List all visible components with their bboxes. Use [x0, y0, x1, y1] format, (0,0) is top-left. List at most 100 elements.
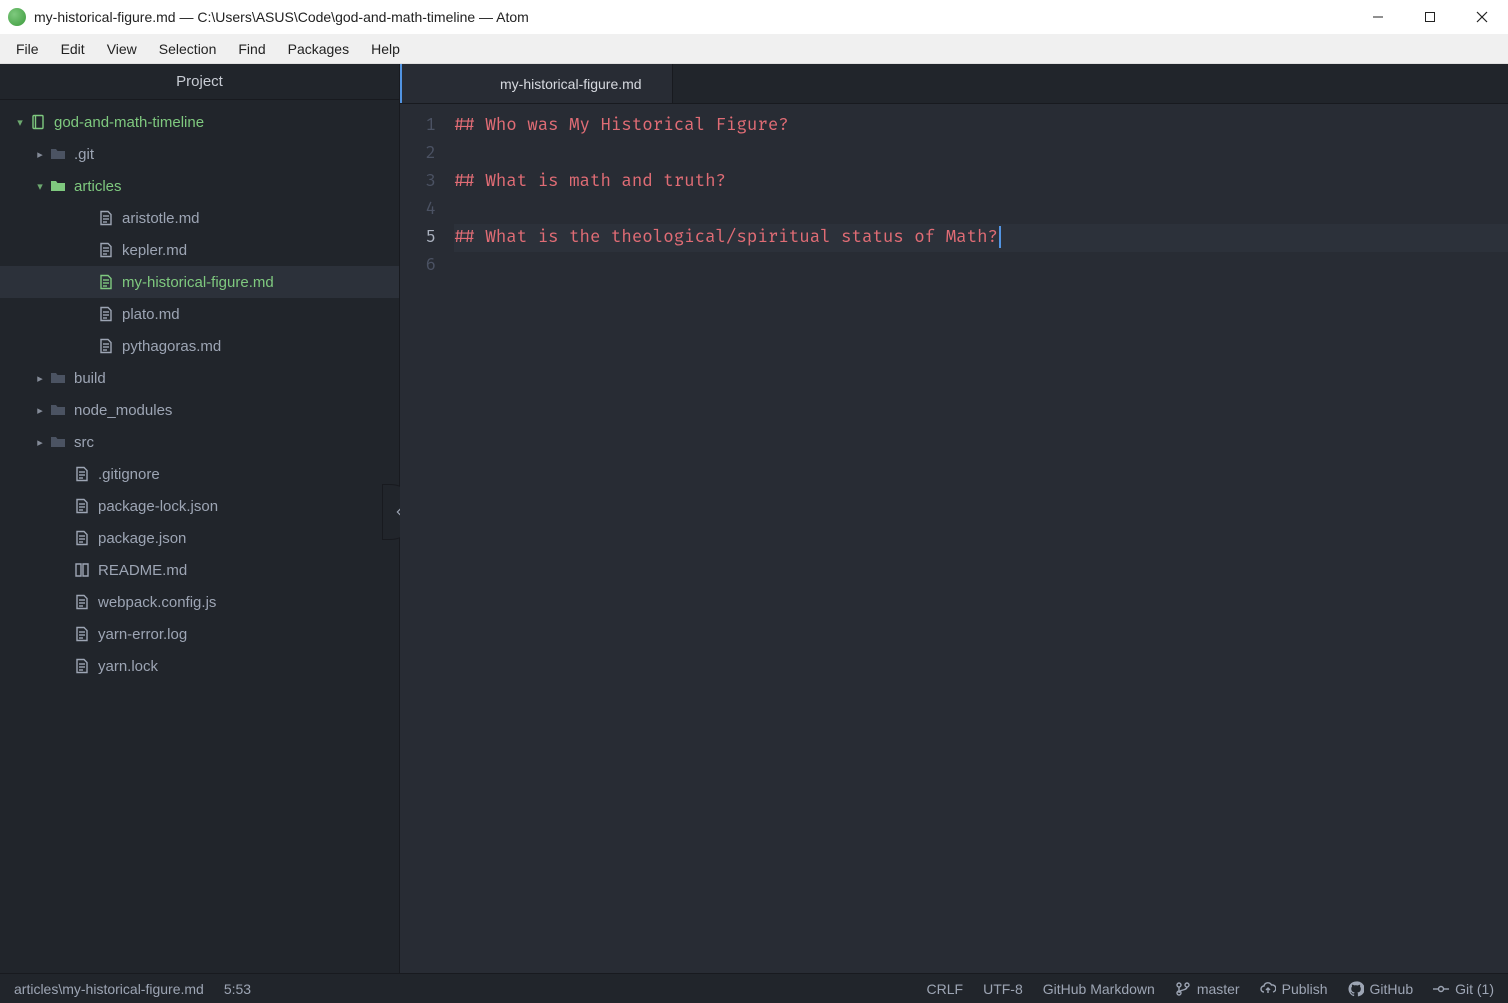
tree-item-label: articles — [74, 178, 122, 195]
menu-find[interactable]: Find — [228, 37, 275, 61]
code-line — [454, 196, 1508, 224]
git-commit-icon — [1433, 981, 1449, 997]
status-bar: articles\my-historical-figure.md 5:53 CR… — [0, 973, 1508, 1003]
text-editor[interactable]: 1 2 3 4 5 6 ## Who was My Historical Fig… — [400, 104, 1508, 973]
tree-item-label: pythagoras.md — [122, 338, 221, 355]
line-number: 1 — [400, 112, 436, 140]
file-icon — [72, 594, 92, 610]
status-github[interactable]: GitHub — [1348, 981, 1414, 997]
tree-folder-src[interactable]: ▸ src — [0, 426, 399, 458]
tree-item-label: package-lock.json — [98, 498, 218, 515]
line-number: 4 — [400, 196, 436, 224]
window-title: my-historical-figure.md — C:\Users\ASUS\… — [34, 9, 1352, 25]
folder-icon — [48, 146, 68, 162]
tree-file-package-lock[interactable]: ▸ package-lock.json — [0, 490, 399, 522]
line-number: 6 — [400, 252, 436, 280]
file-icon — [96, 210, 116, 226]
chevron-right-icon: ▸ — [32, 148, 48, 161]
tree-item-label: node_modules — [74, 402, 172, 419]
menu-packages[interactable]: Packages — [278, 37, 359, 61]
menu-edit[interactable]: Edit — [51, 37, 95, 61]
menu-help[interactable]: Help — [361, 37, 410, 61]
book-icon — [72, 562, 92, 578]
workspace: Project ▾ god-and-math-timeline ▸ .git ▾… — [0, 64, 1508, 973]
tree-root-label: god-and-math-timeline — [54, 114, 204, 131]
tree-item-label: aristotle.md — [122, 210, 200, 227]
tree-file-yarn-lock[interactable]: ▸ yarn.lock — [0, 650, 399, 682]
file-icon — [96, 242, 116, 258]
code-line: ## What is math and truth? — [454, 168, 1508, 196]
menu-file[interactable]: File — [6, 37, 49, 61]
file-tree[interactable]: ▾ god-and-math-timeline ▸ .git ▾ article… — [0, 100, 399, 973]
tree-folder-git[interactable]: ▸ .git — [0, 138, 399, 170]
window-controls — [1352, 0, 1508, 34]
tree-item-label: src — [74, 434, 94, 451]
tab-label: my-historical-figure.md — [500, 76, 642, 92]
close-button[interactable] — [1456, 0, 1508, 34]
file-icon — [96, 274, 116, 290]
tab-left-spacer — [400, 64, 470, 103]
status-cursor-position[interactable]: 5:53 — [224, 981, 251, 997]
tree-item-label: kepler.md — [122, 242, 187, 259]
tree-file-aristotle[interactable]: ▸ aristotle.md — [0, 202, 399, 234]
chevron-down-icon: ▾ — [32, 180, 48, 193]
tree-folder-build[interactable]: ▸ build — [0, 362, 399, 394]
chevron-right-icon: ▸ — [32, 436, 48, 449]
line-number: 5 — [400, 224, 436, 252]
code-area[interactable]: ## Who was My Historical Figure? ## What… — [448, 104, 1508, 973]
folder-open-icon — [48, 178, 68, 194]
tab-active[interactable]: my-historical-figure.md — [470, 64, 673, 103]
tree-item-label: my-historical-figure.md — [122, 274, 274, 291]
status-line-ending[interactable]: CRLF — [927, 981, 964, 997]
tree-file-webpack[interactable]: ▸ webpack.config.js — [0, 586, 399, 618]
menu-view[interactable]: View — [97, 37, 147, 61]
code-line — [454, 252, 1508, 280]
file-icon — [96, 338, 116, 354]
tree-root[interactable]: ▾ god-and-math-timeline — [0, 106, 399, 138]
tree-folder-node-modules[interactable]: ▸ node_modules — [0, 394, 399, 426]
file-icon — [96, 306, 116, 322]
status-git-branch[interactable]: master — [1175, 981, 1240, 997]
file-icon — [72, 466, 92, 482]
text-cursor — [999, 226, 1001, 248]
folder-icon — [48, 434, 68, 450]
file-icon — [72, 658, 92, 674]
tree-file-my-historical-figure[interactable]: ▸ my-historical-figure.md — [0, 266, 399, 298]
tree-item-label: README.md — [98, 562, 187, 579]
tree-file-kepler[interactable]: ▸ kepler.md — [0, 234, 399, 266]
tree-file-yarn-error[interactable]: ▸ yarn-error.log — [0, 618, 399, 650]
line-number: 3 — [400, 168, 436, 196]
status-file-path[interactable]: articles\my-historical-figure.md — [14, 981, 204, 997]
status-publish[interactable]: Publish — [1260, 981, 1328, 997]
status-git-label: Git (1) — [1455, 981, 1494, 997]
maximize-button[interactable] — [1404, 0, 1456, 34]
chevron-right-icon: ▸ — [32, 404, 48, 417]
github-icon — [1348, 981, 1364, 997]
window-titlebar: my-historical-figure.md — C:\Users\ASUS\… — [0, 0, 1508, 34]
tree-file-plato[interactable]: ▸ plato.md — [0, 298, 399, 330]
tree-view-panel: Project ▾ god-and-math-timeline ▸ .git ▾… — [0, 64, 400, 973]
tree-item-label: .git — [74, 146, 94, 163]
tree-view-header: Project — [0, 64, 399, 100]
menubar: File Edit View Selection Find Packages H… — [0, 34, 1508, 64]
tree-file-gitignore[interactable]: ▸ .gitignore — [0, 458, 399, 490]
tree-file-pythagoras[interactable]: ▸ pythagoras.md — [0, 330, 399, 362]
status-git[interactable]: Git (1) — [1433, 981, 1494, 997]
code-line: ## What is the theological/spiritual sta… — [454, 224, 1508, 252]
line-number: 2 — [400, 140, 436, 168]
menu-selection[interactable]: Selection — [149, 37, 227, 61]
tree-file-package[interactable]: ▸ package.json — [0, 522, 399, 554]
status-github-label: GitHub — [1370, 981, 1414, 997]
tree-item-label: yarn.lock — [98, 658, 158, 675]
tree-folder-articles[interactable]: ▾ articles — [0, 170, 399, 202]
tree-file-readme[interactable]: ▸ README.md — [0, 554, 399, 586]
file-icon — [72, 626, 92, 642]
minimize-button[interactable] — [1352, 0, 1404, 34]
tab-bar: my-historical-figure.md — [400, 64, 1508, 104]
chevron-right-icon: ▸ — [32, 372, 48, 385]
file-icon — [72, 530, 92, 546]
status-encoding[interactable]: UTF-8 — [983, 981, 1023, 997]
status-grammar[interactable]: GitHub Markdown — [1043, 981, 1155, 997]
line-number-gutter: 1 2 3 4 5 6 — [400, 104, 448, 973]
repo-icon — [28, 114, 48, 130]
